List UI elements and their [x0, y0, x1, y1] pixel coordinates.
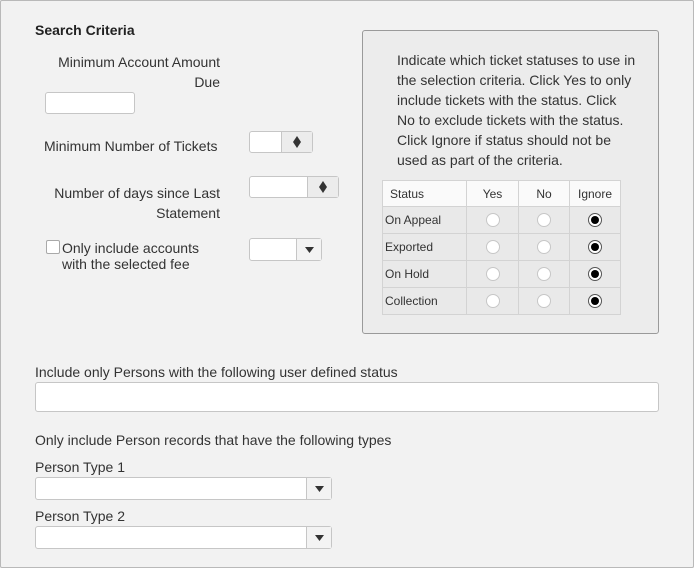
ticket-status-panel: Indicate which ticket statuses to use in…	[362, 30, 659, 334]
chevron-down-icon	[314, 534, 324, 541]
ignore-radio[interactable]	[588, 240, 602, 255]
min-amount-label: Minimum Account Amount Due	[58, 54, 220, 90]
person-types-label: Only include Person records that have th…	[35, 432, 392, 448]
status-name: Exported	[382, 233, 467, 261]
status-column-header: Status	[382, 180, 467, 207]
person-type-2-dropdown[interactable]	[35, 526, 332, 549]
status-row: Collection	[382, 287, 621, 315]
min-tickets-stepper[interactable]	[249, 131, 313, 153]
chevron-down-icon	[314, 485, 324, 492]
status-option-cell	[466, 260, 519, 288]
ignore-radio[interactable]	[588, 267, 602, 282]
spinner-icon[interactable]	[281, 132, 312, 152]
status-option-cell	[466, 233, 519, 261]
no-radio[interactable]	[537, 294, 551, 309]
days-since-label: Number of days since Last Statement	[54, 185, 220, 221]
ignore-radio[interactable]	[588, 213, 602, 228]
min-tickets-label: Minimum Number of Tickets	[44, 138, 218, 154]
no-radio[interactable]	[537, 240, 551, 255]
status-option-cell	[569, 287, 621, 315]
selected-fee-checkbox[interactable]	[46, 240, 60, 254]
selected-fee-label: Only include accounts with the selected …	[62, 240, 199, 272]
yes-column-header: Yes	[466, 180, 519, 207]
dropdown-button[interactable]	[306, 527, 331, 548]
person-type-2-label: Person Type 2	[35, 508, 126, 524]
no-column-header: No	[518, 180, 570, 207]
section-title: Search Criteria	[35, 22, 135, 38]
status-row: On Hold	[382, 260, 621, 288]
dropdown-button[interactable]	[306, 478, 331, 499]
min-amount-input[interactable]	[45, 92, 135, 114]
status-name: On Appeal	[382, 206, 467, 234]
no-radio[interactable]	[537, 213, 551, 228]
ignore-column-header: Ignore	[569, 180, 621, 207]
days-since-stepper[interactable]	[249, 176, 339, 198]
up-down-spinner-icon	[293, 136, 301, 148]
yes-radio[interactable]	[485, 267, 500, 282]
status-name: On Hold	[382, 260, 467, 288]
status-option-cell	[569, 233, 621, 261]
user-defined-input[interactable]	[35, 382, 659, 412]
status-option-cell	[466, 287, 519, 315]
status-row: Exported	[382, 233, 621, 261]
yes-radio[interactable]	[485, 240, 500, 255]
yes-radio[interactable]	[485, 213, 500, 228]
person-type-1-dropdown[interactable]	[35, 477, 332, 500]
yes-radio[interactable]	[485, 294, 500, 309]
dropdown-button[interactable]	[296, 239, 321, 260]
no-radio[interactable]	[537, 267, 551, 282]
status-option-cell	[518, 287, 570, 315]
ignore-radio[interactable]	[588, 294, 602, 309]
status-option-cell	[518, 233, 570, 261]
chevron-down-icon	[304, 246, 314, 253]
status-row: On Appeal	[382, 206, 621, 234]
up-down-spinner-icon	[319, 181, 327, 193]
status-option-cell	[569, 206, 621, 234]
status-option-cell	[466, 206, 519, 234]
status-option-cell	[518, 260, 570, 288]
person-type-1-label: Person Type 1	[35, 459, 126, 475]
status-option-cell	[518, 206, 570, 234]
spinner-icon[interactable]	[307, 177, 338, 197]
status-name: Collection	[382, 287, 467, 315]
status-option-cell	[569, 260, 621, 288]
user-defined-label: Include only Persons with the following …	[35, 364, 398, 380]
selected-fee-dropdown[interactable]	[249, 238, 322, 261]
status-table: Status Yes No Ignore On Appeal Exported On…	[382, 180, 621, 315]
status-instructions: Indicate which ticket statuses to use in…	[397, 52, 636, 168]
